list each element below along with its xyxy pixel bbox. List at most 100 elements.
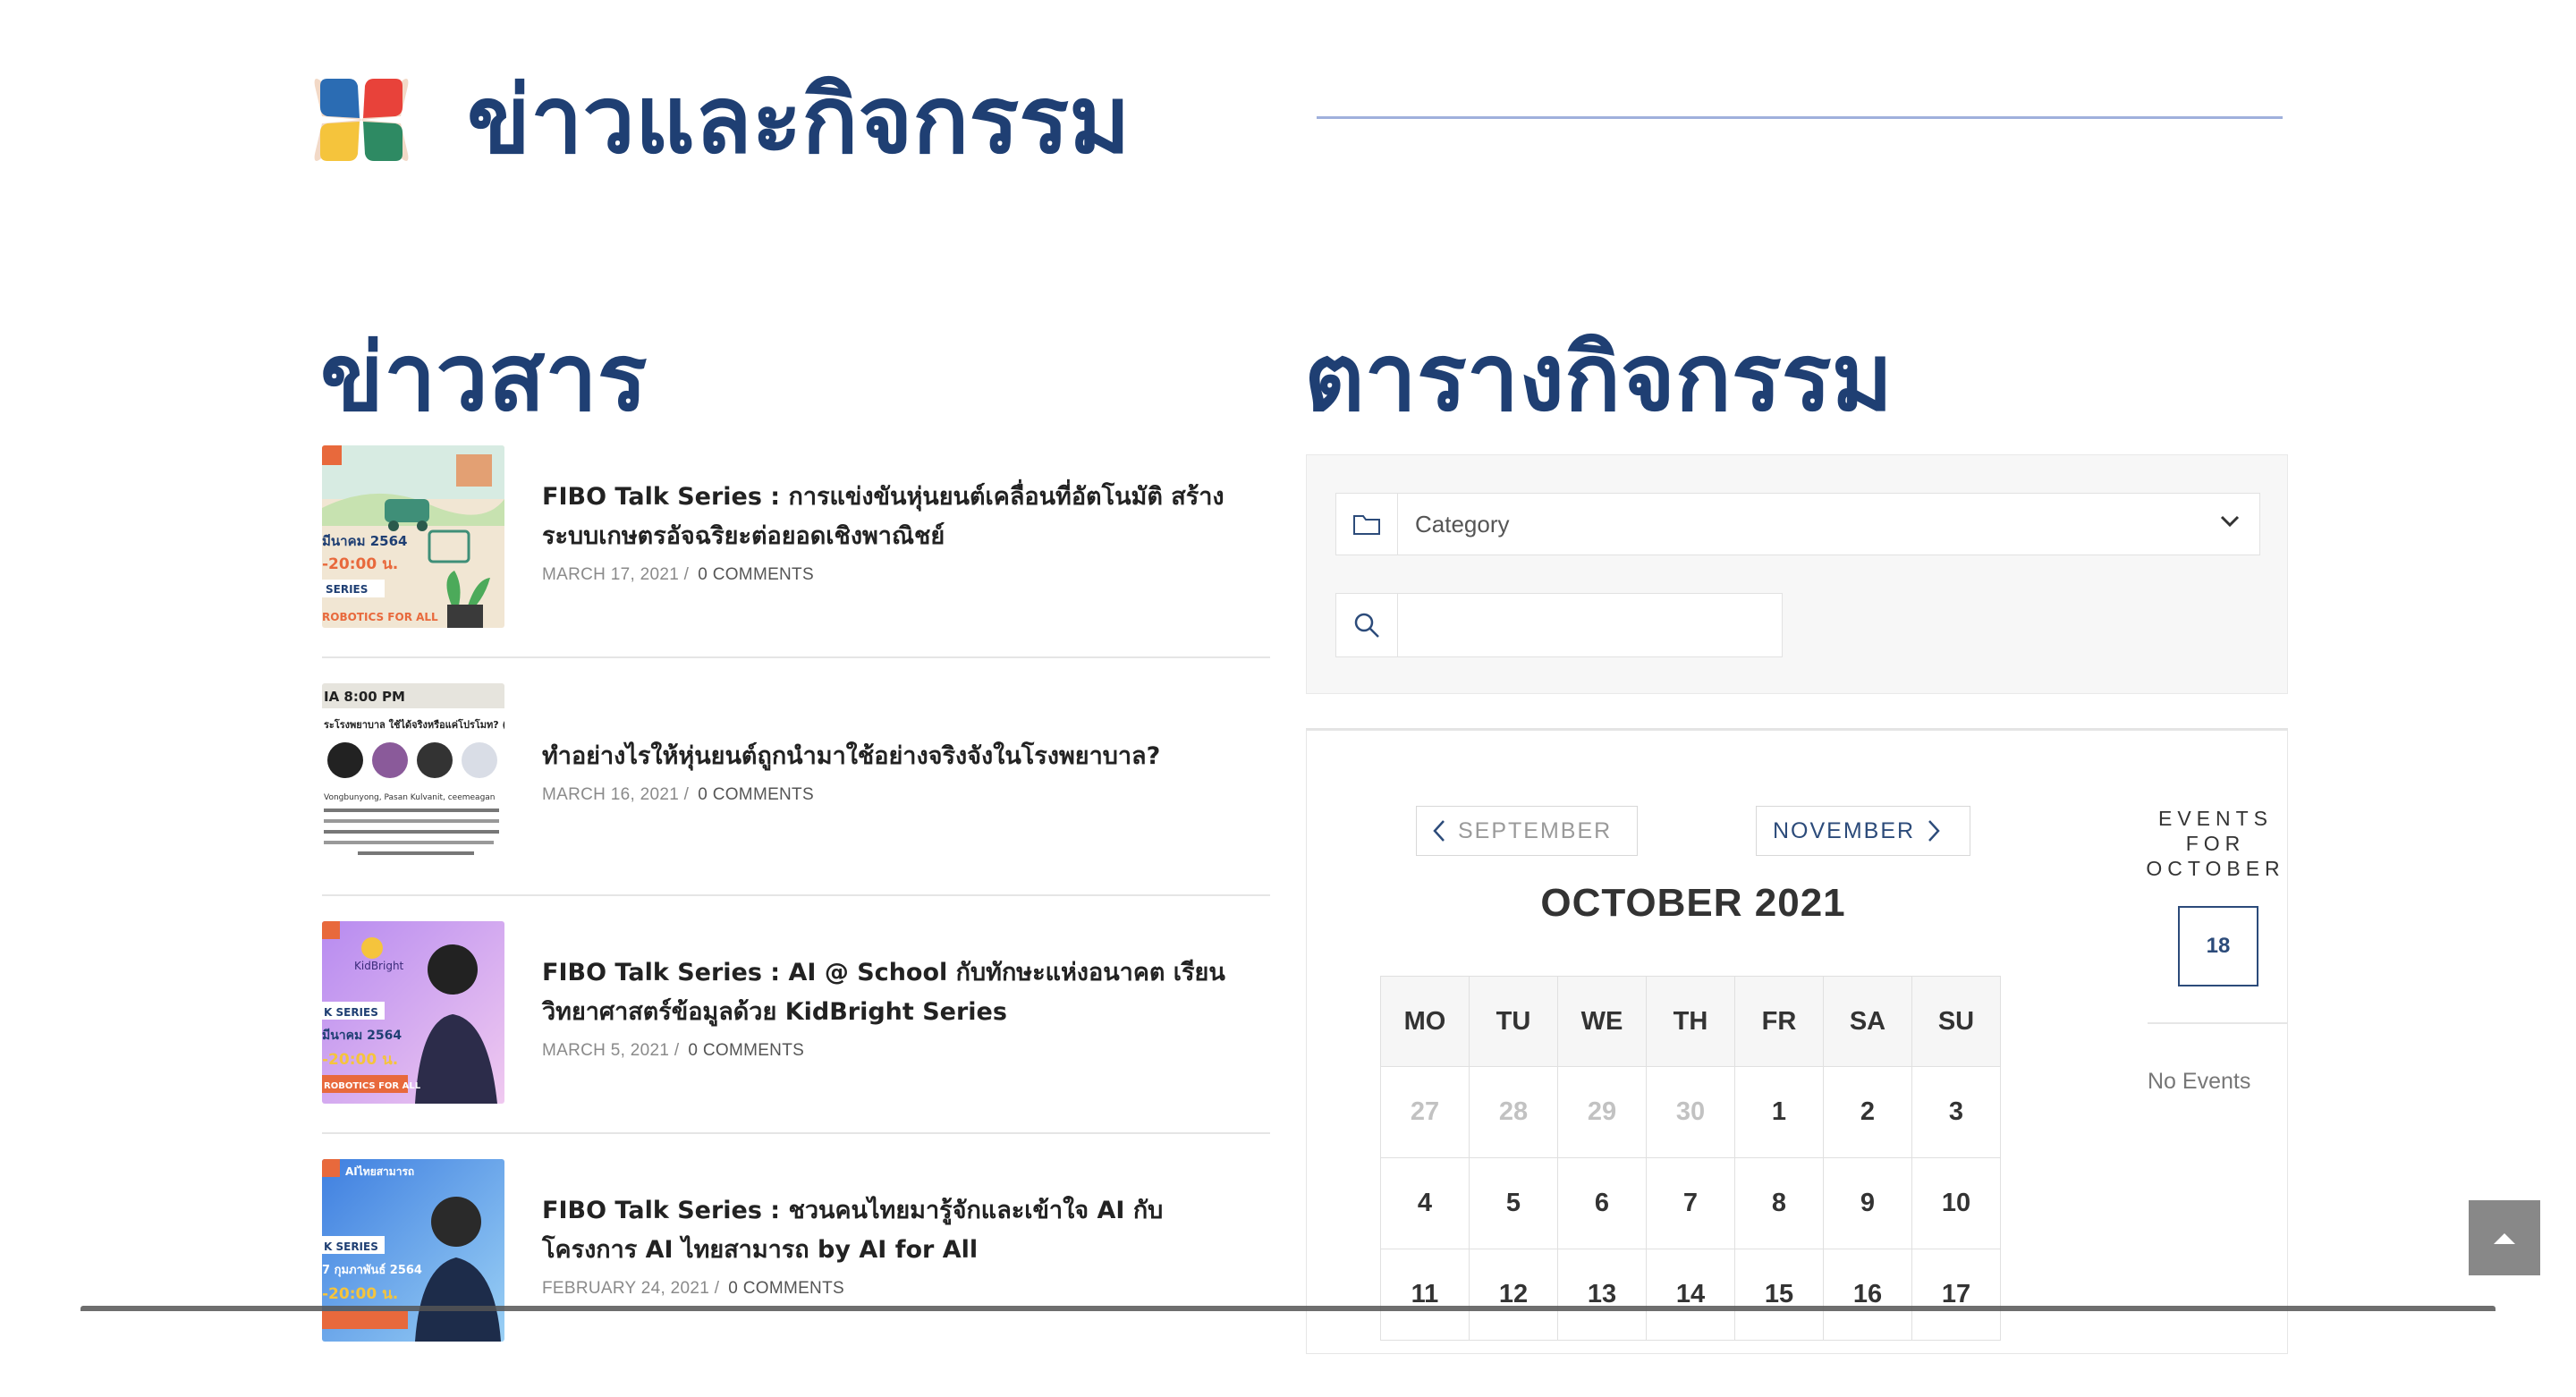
selected-date-badge: 18 <box>2178 906 2258 986</box>
news-meta: FEBRUARY 24, 2021 / 0 COMMENTS <box>542 1279 1258 1299</box>
news-title-link[interactable]: FIBO Talk Series : AI @ School กับทักษะแ… <box>542 953 1258 1032</box>
calendar-day[interactable]: 12 <box>1469 1249 1558 1341</box>
calendar-day[interactable]: 27 <box>1380 1066 1470 1158</box>
weekday-label: SA <box>1823 976 1912 1067</box>
weekday-label: TU <box>1469 976 1558 1067</box>
back-to-top-button[interactable] <box>2469 1200 2540 1275</box>
thumb-text: มีนาคม 2564 <box>322 533 407 549</box>
thumb-text: KidBright <box>354 960 404 972</box>
news-title-link[interactable]: FIBO Talk Series : ชวนคนไทยมารู้จักและเข… <box>542 1191 1258 1270</box>
thumb-text: IA 8:00 PM <box>324 689 405 705</box>
weekday-label: SU <box>1911 976 2001 1067</box>
calendar-day[interactable]: 10 <box>1911 1157 2001 1249</box>
chevron-up-icon <box>2494 1233 2515 1244</box>
calendar-day[interactable]: 16 <box>1823 1249 1912 1341</box>
events-for-heading: EVENTS FOR OCTOBER <box>2146 806 2285 881</box>
divider <box>2148 1022 2287 1024</box>
news-comments-link[interactable]: 0 COMMENTS <box>688 1041 804 1060</box>
thumb-text: ROBOTICS FOR ALL <box>324 1081 421 1091</box>
calendar-month-title: OCTOBER 2021 <box>1540 881 1846 925</box>
weekday-label: WE <box>1557 976 1647 1067</box>
thumb-text: K SERIES <box>324 1006 378 1019</box>
event-calendar: SEPTEMBER NOVEMBER OCTOBER 2021 MO TU WE… <box>1306 728 2288 1354</box>
calendar-day[interactable]: 14 <box>1646 1249 1735 1341</box>
news-item: IA 8:00 PM ระโรงพยาบาล ใช้ได้จริงหรือแค่… <box>322 683 1270 921</box>
thumb-text: -20:00 น. <box>322 1285 398 1303</box>
chevron-left-icon <box>1433 820 1445 842</box>
category-select[interactable]: Category <box>1335 493 2260 555</box>
page-title: ข่าวและกิจกรรม <box>467 64 1131 174</box>
calendar-week-row: 27 28 29 30 1 2 3 <box>1380 1066 2001 1158</box>
calendar-day[interactable]: 2 <box>1823 1066 1912 1158</box>
calendar-day[interactable]: 9 <box>1823 1157 1912 1249</box>
search-icon <box>1336 594 1398 656</box>
calendar-day[interactable]: 5 <box>1469 1157 1558 1249</box>
calendar-day[interactable]: 11 <box>1380 1249 1470 1341</box>
header-divider <box>1317 116 2283 119</box>
calendar-day[interactable]: 17 <box>1911 1249 2001 1341</box>
folder-icon <box>1336 494 1398 555</box>
calendar-day[interactable]: 13 <box>1557 1249 1647 1341</box>
calendar-grid: MO TU WE TH FR SA SU 27 28 29 30 1 2 3 4… <box>1380 976 2001 1341</box>
weekday-label: TH <box>1646 976 1735 1067</box>
event-filter-panel: Category <box>1306 454 2288 694</box>
news-thumbnail[interactable]: AIไทยสามารถ K SERIES 7 กุมภาพันธ์ 2564 -… <box>322 1159 504 1342</box>
news-date: MARCH 16, 2021 / <box>542 785 690 804</box>
thumb-text: K SERIES <box>324 1240 378 1253</box>
calendar-day[interactable]: 29 <box>1557 1066 1647 1158</box>
calendar-day[interactable]: 15 <box>1734 1249 1824 1341</box>
calendar-day[interactable]: 3 <box>1911 1066 2001 1158</box>
news-comments-link[interactable]: 0 COMMENTS <box>698 785 814 804</box>
news-thumbnail[interactable]: KidBright K SERIES มีนาคม 2564 -20:00 น.… <box>322 921 504 1104</box>
previous-month-label: SEPTEMBER <box>1458 817 1613 843</box>
news-title-link[interactable]: FIBO Talk Series : การแข่งขันหุ่นยนต์เคล… <box>542 478 1258 556</box>
news-thumbnail[interactable]: มีนาคม 2564 -20:00 น. SERIES ROBOTICS FO… <box>322 445 504 628</box>
thumb-text: AIไทยสามารถ <box>345 1164 414 1178</box>
news-title-link[interactable]: ทำอย่างไรให้หุ่นยนต์ถูกนำมาใช้อย่างจริงจ… <box>542 737 1258 776</box>
weekday-label: MO <box>1380 976 1470 1067</box>
news-item: AIไทยสามารถ K SERIES 7 กุมภาพันธ์ 2564 -… <box>322 1159 1270 1397</box>
thumb-text: 7 กุมภาพันธ์ 2564 <box>322 1263 422 1277</box>
no-events-text: No Events <box>2148 1069 2251 1094</box>
news-date: MARCH 17, 2021 / <box>542 565 690 584</box>
next-month-button[interactable]: NOVEMBER <box>1756 806 1970 856</box>
news-heading: ข่าวสาร <box>320 322 648 432</box>
next-month-label: NOVEMBER <box>1773 817 1916 843</box>
events-for-line: FOR <box>2185 832 2246 855</box>
news-comments-link[interactable]: 0 COMMENTS <box>698 565 814 584</box>
previous-month-button[interactable]: SEPTEMBER <box>1416 806 1638 856</box>
divider <box>322 1132 1270 1134</box>
calendar-day[interactable]: 28 <box>1469 1066 1558 1158</box>
chevron-right-icon <box>1928 820 1940 842</box>
calendar-day[interactable]: 30 <box>1646 1066 1735 1158</box>
news-meta: MARCH 17, 2021 / 0 COMMENTS <box>542 565 1258 585</box>
news-date: MARCH 5, 2021 / <box>542 1041 680 1060</box>
calendar-day[interactable]: 8 <box>1734 1157 1824 1249</box>
news-meta: MARCH 5, 2021 / 0 COMMENTS <box>542 1041 1258 1061</box>
thumb-text: Vongbunyong, Pasan Kulvanit, ceemeagan <box>324 793 496 802</box>
news-meta: MARCH 16, 2021 / 0 COMMENTS <box>542 785 1258 805</box>
thumb-text: -20:00 น. <box>322 1051 398 1069</box>
news-item: มีนาคม 2564 -20:00 น. SERIES ROBOTICS FO… <box>322 445 1270 683</box>
thumb-text: มีนาคม 2564 <box>322 1029 402 1043</box>
events-for-line: EVENTS <box>2157 807 2274 830</box>
event-search-input[interactable] <box>1399 594 1775 656</box>
events-for-line: OCTOBER <box>2146 857 2285 880</box>
page-bottom-edge <box>80 1306 2496 1311</box>
thumb-text: ระโรงพยาบาล ใช้ได้จริงหรือแค่โปรโมท? ( <box>324 718 504 731</box>
news-comments-link[interactable]: 0 COMMENTS <box>728 1279 844 1298</box>
category-select-value: Category <box>1415 511 1510 538</box>
calendar-day[interactable]: 6 <box>1557 1157 1647 1249</box>
news-thumbnail[interactable]: IA 8:00 PM ระโรงพยาบาล ใช้ได้จริงหรือแค่… <box>322 683 504 866</box>
news-item: KidBright K SERIES มีนาคม 2564 -20:00 น.… <box>322 921 1270 1159</box>
event-search-field <box>1335 593 1783 657</box>
calendar-day[interactable]: 7 <box>1646 1157 1735 1249</box>
calendar-day[interactable]: 4 <box>1380 1157 1470 1249</box>
calendar-day[interactable]: 1 <box>1734 1066 1824 1158</box>
chevron-down-icon <box>2220 515 2240 528</box>
news-date: FEBRUARY 24, 2021 / <box>542 1279 720 1298</box>
thumb-text: SERIES <box>326 583 368 596</box>
calendar-week-row: 11 12 13 14 15 16 17 <box>1380 1249 2001 1341</box>
events-heading: ตารางกิจกรรม <box>1304 322 1894 432</box>
thumb-text: ROBOTICS FOR ALL <box>322 611 438 623</box>
